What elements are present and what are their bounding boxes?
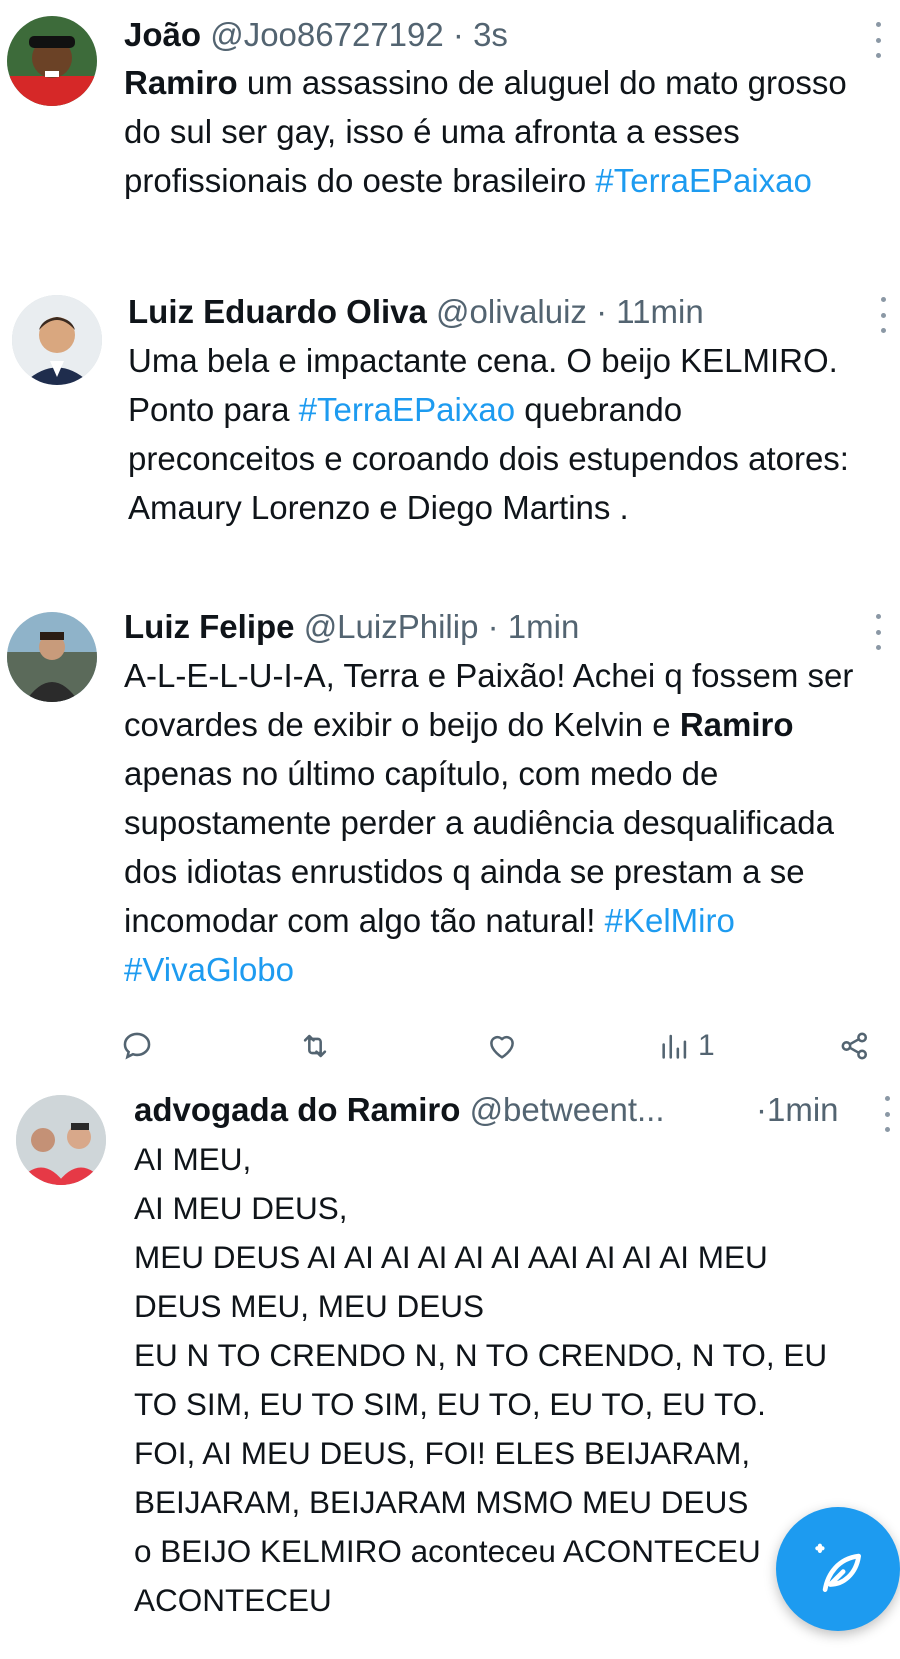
- user-handle[interactable]: @LuizPhilip: [304, 608, 479, 645]
- tweet-actions-bar: 1: [0, 1021, 900, 1071]
- text-line: TO SIM, EU TO SIM, EU TO, EU TO, EU TO.: [134, 1386, 766, 1422]
- timestamp[interactable]: 3s: [473, 16, 508, 53]
- hashtag[interactable]: #TerraEPaixao: [595, 162, 811, 199]
- mention[interactable]: Ramiro: [124, 64, 238, 101]
- avatar-image: [16, 1095, 106, 1185]
- reply-button[interactable]: [120, 1021, 154, 1071]
- separator-dot: ·: [452, 16, 464, 53]
- text-line: BEIJARAM, BEIJARAM MSMO MEU DEUS: [134, 1484, 749, 1520]
- tweet-text: Uma bela e impactante cena. O beijo KELM…: [128, 336, 868, 532]
- text-line: MEU DEUS AI AI AI AI AI AI AAI AI AI AI …: [134, 1239, 768, 1275]
- more-options-icon[interactable]: [873, 614, 883, 650]
- timestamp[interactable]: 11min: [616, 293, 703, 330]
- hashtag[interactable]: #KelMiro: [605, 902, 735, 939]
- user-handle[interactable]: @betweent...: [470, 1091, 665, 1128]
- heart-icon: [490, 1035, 514, 1059]
- avatar[interactable]: [7, 612, 97, 702]
- user-handle[interactable]: @olivaluiz: [436, 293, 587, 330]
- compose-button[interactable]: [776, 1507, 900, 1631]
- avatar[interactable]: [7, 16, 97, 106]
- reply-icon: [123, 1032, 151, 1060]
- share-icon: [841, 1032, 868, 1060]
- display-name[interactable]: Luiz Felipe: [124, 608, 295, 645]
- user-handle[interactable]: @Joo86727192: [210, 16, 444, 53]
- display-name[interactable]: Luiz Eduardo Oliva: [128, 293, 427, 330]
- retweet-button[interactable]: [298, 1021, 332, 1071]
- more-options-icon[interactable]: [873, 22, 883, 58]
- hashtag[interactable]: #TerraEPaixao: [299, 391, 515, 428]
- text-line: DEUS MEU, MEU DEUS: [134, 1288, 485, 1324]
- tweet-time: ·1min: [756, 1090, 839, 1130]
- views-icon: [662, 1034, 687, 1059]
- avatar[interactable]: [12, 295, 102, 385]
- views-button[interactable]: 1: [658, 1021, 715, 1071]
- separator-dot: ·: [756, 1091, 767, 1128]
- separator-dot: ·: [487, 608, 499, 645]
- text-line: FOI, AI MEU DEUS, FOI! ELES BEIJARAM,: [134, 1435, 751, 1471]
- timestamp[interactable]: 1min: [767, 1091, 839, 1128]
- tweet-header: Luiz Eduardo Oliva @olivaluiz · 11min: [128, 292, 704, 332]
- tweet-header: Luiz Felipe @LuizPhilip · 1min: [124, 607, 579, 647]
- more-options-icon[interactable]: [882, 1096, 892, 1132]
- compose-icon: [815, 1543, 861, 1592]
- share-button[interactable]: [838, 1021, 872, 1071]
- views-count: 1: [698, 1029, 715, 1062]
- text-line: AI MEU,: [134, 1141, 252, 1177]
- mention[interactable]: Ramiro: [680, 706, 794, 743]
- display-name[interactable]: advogada do Ramiro: [134, 1091, 460, 1128]
- avatar-image: [7, 16, 97, 106]
- tweet-header: João @Joo86727192 · 3s: [124, 15, 508, 55]
- avatar-image: [12, 295, 102, 385]
- timestamp[interactable]: 1min: [508, 608, 580, 645]
- avatar[interactable]: [16, 1095, 106, 1185]
- tweet-text: A-L-E-L-U-I-A, Terra e Paixão! Achei q f…: [124, 651, 894, 994]
- text-line: AI MEU DEUS,: [134, 1190, 348, 1226]
- hashtag[interactable]: #VivaGlobo: [124, 951, 294, 988]
- like-button[interactable]: [485, 1021, 519, 1071]
- retweet-icon: [303, 1034, 327, 1058]
- avatar-image: [7, 612, 97, 702]
- tweet-header: advogada do Ramiro @betweent...: [134, 1090, 665, 1130]
- separator-dot: ·: [596, 293, 608, 330]
- more-options-icon[interactable]: [878, 297, 888, 333]
- text-line: EU N TO CRENDO N, N TO CRENDO, N TO, EU: [134, 1337, 828, 1373]
- tweet-text: Ramiro um assassino de aluguel do mato g…: [124, 58, 854, 205]
- display-name[interactable]: João: [124, 16, 201, 53]
